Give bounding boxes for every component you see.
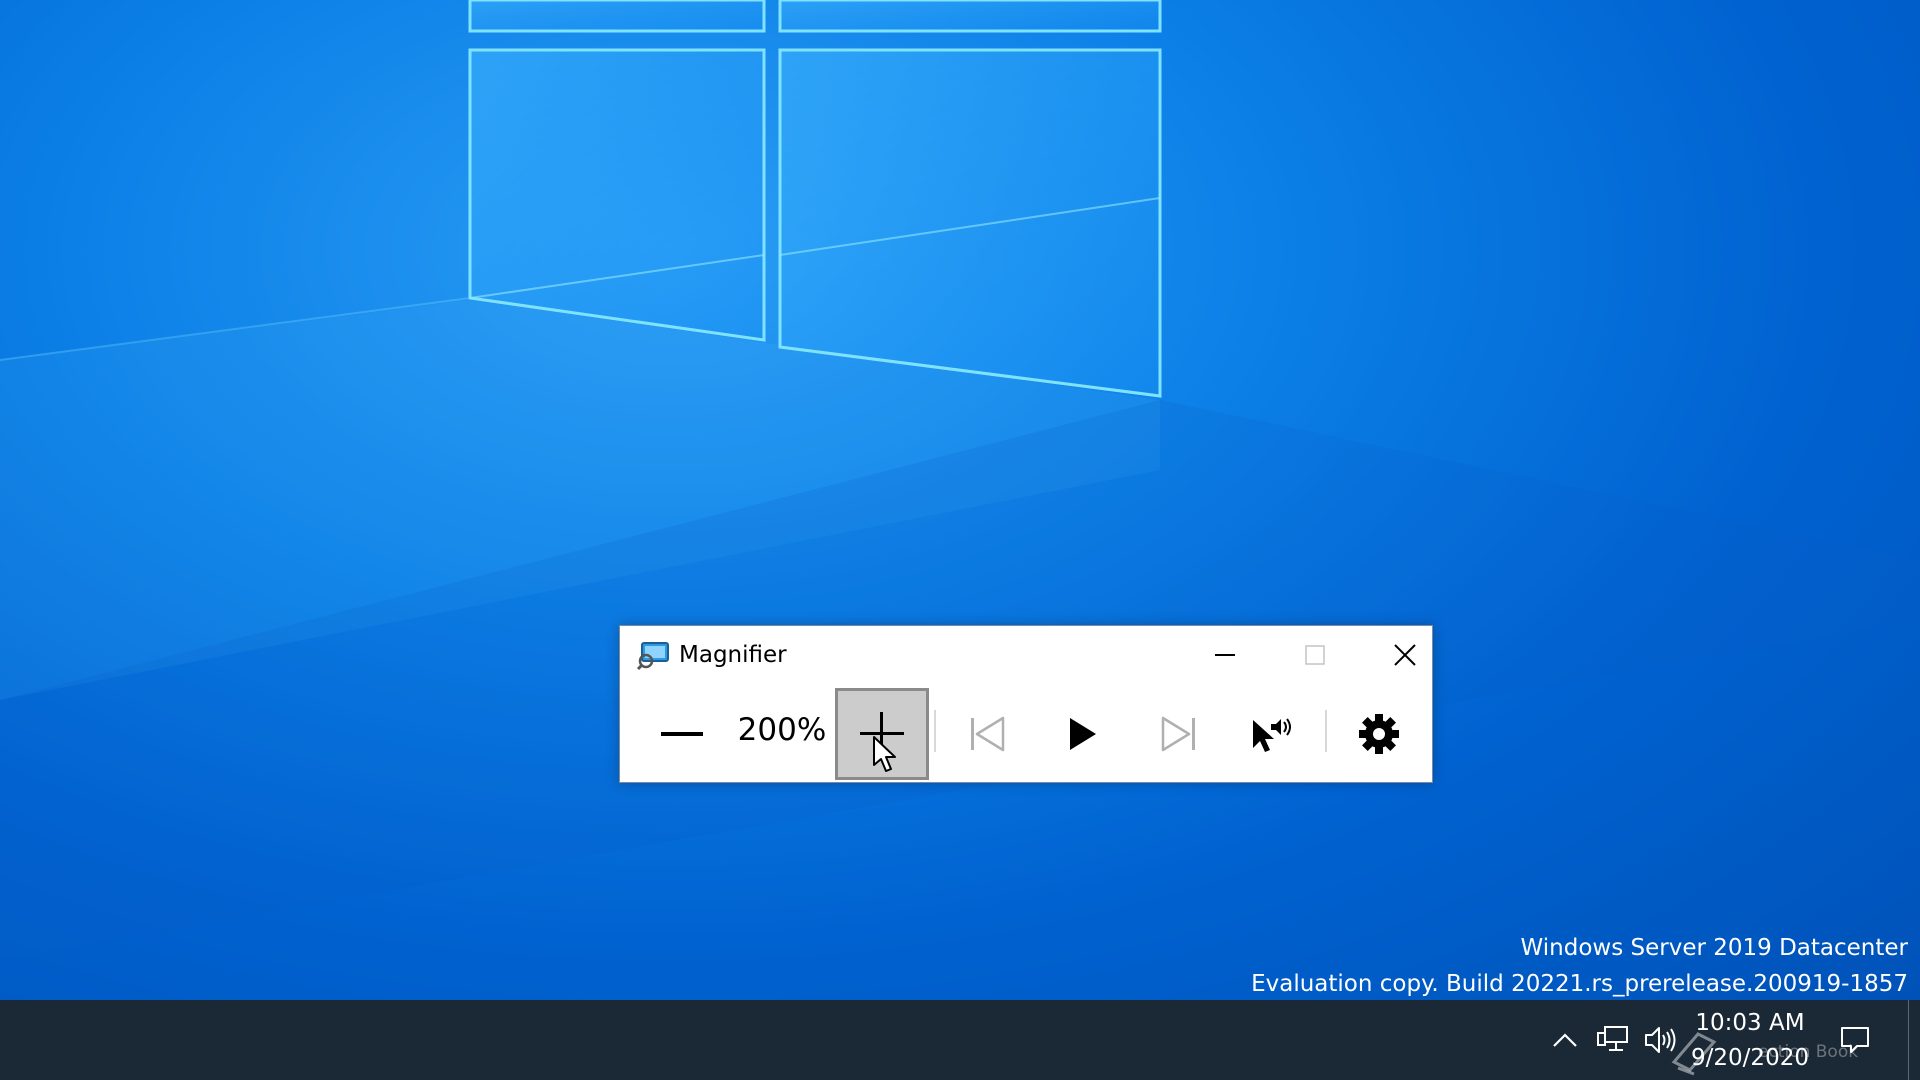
network-tray-button[interactable] bbox=[1593, 1018, 1633, 1062]
mouse-cursor-icon bbox=[873, 736, 896, 772]
minus-icon bbox=[661, 732, 703, 736]
skip-forward-icon bbox=[1161, 716, 1195, 752]
zoom-level: 200% bbox=[737, 712, 827, 748]
os-watermark: Windows Server 2019 Datacenter Evaluatio… bbox=[1251, 930, 1908, 1000]
next-button bbox=[1132, 688, 1226, 780]
magnifier-window: Magnifier 200% bbox=[619, 625, 1433, 783]
previous-button bbox=[940, 688, 1034, 780]
gear-icon bbox=[1359, 714, 1399, 754]
taskbar: 10:03 AM 9/20/2020 ection Book bbox=[0, 1000, 1920, 1080]
magnifier-app-icon bbox=[636, 641, 670, 671]
watermark-edition: Windows Server 2019 Datacenter bbox=[1520, 935, 1908, 961]
show-hidden-icons-button[interactable] bbox=[1545, 1018, 1585, 1062]
notification-icon bbox=[1841, 1027, 1869, 1053]
read-from-here-button[interactable] bbox=[1224, 688, 1318, 780]
book-overlay-icon bbox=[1671, 1032, 1717, 1076]
minimize-icon bbox=[1215, 654, 1235, 656]
window-title: Magnifier bbox=[679, 642, 787, 668]
action-center-button[interactable] bbox=[1835, 1018, 1875, 1062]
title-bar[interactable]: Magnifier bbox=[620, 626, 1432, 684]
pointer-speaker-icon bbox=[1253, 718, 1291, 752]
zoom-in-button[interactable] bbox=[835, 688, 929, 780]
minimize-button[interactable] bbox=[1180, 626, 1270, 684]
settings-button[interactable] bbox=[1332, 688, 1426, 780]
watermark-build: Evaluation copy. Build 20221.rs_prerelea… bbox=[1251, 971, 1908, 997]
play-button[interactable] bbox=[1036, 688, 1130, 780]
maximize-icon bbox=[1305, 645, 1325, 665]
separator bbox=[934, 710, 936, 752]
skip-back-icon bbox=[971, 716, 1005, 752]
magnifier-toolbar: 200% bbox=[620, 684, 1432, 782]
separator bbox=[1325, 710, 1327, 752]
zoom-out-button[interactable] bbox=[635, 688, 729, 780]
desktop: Magnifier 200% Windows Server 2019 Datac… bbox=[0, 0, 1920, 1000]
maximize-button bbox=[1270, 626, 1360, 684]
network-icon bbox=[1597, 1026, 1628, 1051]
close-button[interactable] bbox=[1360, 626, 1450, 684]
windows-logo-wallpaper bbox=[0, 0, 1920, 960]
chevron-up-icon bbox=[1553, 1033, 1577, 1047]
close-icon bbox=[1394, 644, 1416, 666]
play-icon bbox=[1070, 718, 1096, 750]
show-desktop-button[interactable] bbox=[1908, 1000, 1920, 1080]
